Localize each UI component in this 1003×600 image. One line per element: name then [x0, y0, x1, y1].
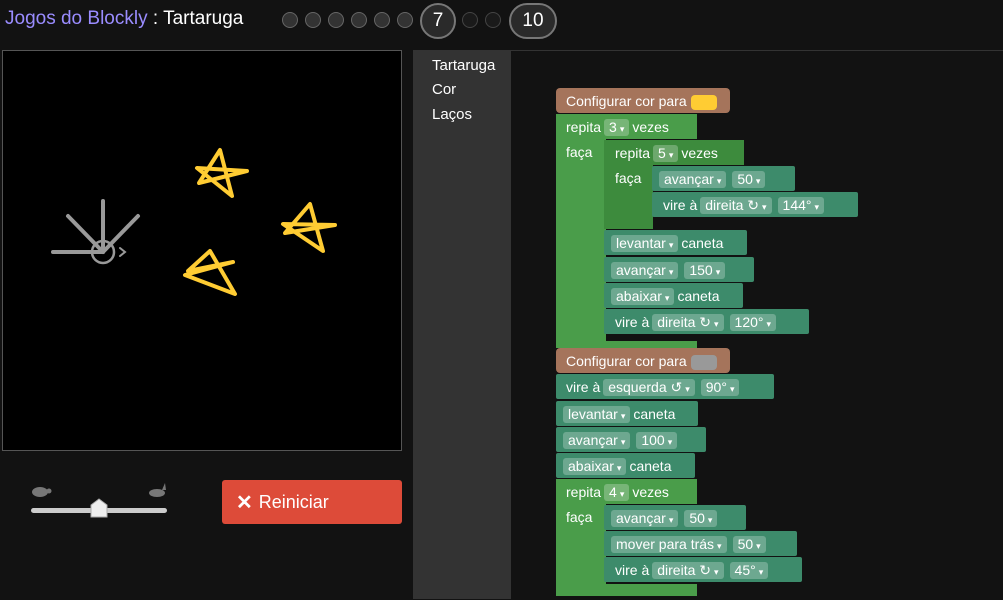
speed-slider[interactable]	[28, 482, 170, 522]
level-dot-2[interactable]	[305, 12, 321, 28]
move-back-op[interactable]: mover para trás ▾	[611, 536, 727, 553]
turn-3-row: vire à esquerda ↺ ▾ 90° ▾	[566, 378, 742, 396]
move-4-row: avançar ▾ 50 ▾	[608, 509, 720, 527]
turn-3-value[interactable]: 90° ▾	[700, 379, 740, 396]
pen-up-1-op[interactable]: levantar ▾	[611, 235, 679, 252]
move-2-row: avançar ▾ 150 ▾	[608, 261, 728, 279]
move-1-row: avançar ▾ 50 ▾	[656, 170, 768, 188]
repeat-2-row: repita 5 ▾ vezes	[615, 145, 718, 162]
move-1-value[interactable]: 50 ▾	[732, 171, 766, 188]
gray-line-2	[66, 214, 105, 254]
color-swatch-yellow[interactable]	[690, 94, 717, 110]
turn-4-value[interactable]: 45° ▾	[729, 562, 769, 579]
header: Jogos do Blockly : Tartaruga 7 10	[0, 0, 1003, 40]
drawing	[51, 148, 337, 296]
rabbit-icon	[149, 483, 166, 497]
level-dot-4[interactable]	[351, 12, 367, 28]
turn-2-dir[interactable]: direita ↻ ▾	[652, 314, 724, 331]
move-3-op[interactable]: avançar ▾	[563, 432, 631, 449]
move-4-value[interactable]: 50 ▾	[684, 510, 718, 527]
repeat-3-count[interactable]: 4 ▾	[604, 484, 630, 501]
repeat-1-row: repita 3 ▾ vezes	[566, 119, 669, 136]
turtle-icon	[32, 487, 52, 497]
pen-down-2-row: abaixar ▾ caneta	[560, 457, 672, 475]
turn-4-dir[interactable]: direita ↻ ▾	[652, 562, 724, 579]
pen-up-2-row: levantar ▾ caneta	[560, 405, 675, 423]
toolbox-category-cor[interactable]: Cor	[432, 81, 456, 98]
reset-button[interactable]: ✕ Reiniciar	[222, 480, 402, 524]
turn-3-dir[interactable]: esquerda ↺ ▾	[603, 379, 695, 396]
star-3	[183, 249, 237, 296]
level-dot-6[interactable]	[397, 12, 413, 28]
reset-label: Reiniciar	[258, 491, 329, 512]
gray-line-4	[101, 214, 140, 254]
turn-2-value[interactable]: 120° ▾	[729, 314, 777, 331]
move-back-row: mover para trás ▾ 50 ▾	[608, 535, 769, 553]
star-2	[281, 202, 337, 253]
pen-up-2-op[interactable]: levantar ▾	[563, 406, 631, 423]
level-dot-1[interactable]	[282, 12, 298, 28]
color-swatch-gray[interactable]	[690, 354, 717, 370]
level-dot-8[interactable]	[462, 12, 478, 28]
move-4-op[interactable]: avançar ▾	[611, 510, 679, 527]
toolbox: Tartaruga Cor Laços	[413, 50, 511, 599]
blockly-workspace[interactable]: Configurar cor para repita 3 ▾ vezes faça r…	[511, 50, 1003, 599]
turn-1-value[interactable]: 144° ▾	[777, 197, 825, 214]
move-2-op[interactable]: avançar ▾	[611, 262, 679, 279]
repeat-3-do: faça	[566, 509, 593, 525]
games-link[interactable]: Jogos do Blockly	[5, 8, 148, 29]
turn-2-row: vire à direita ↻ ▾ 120° ▾	[615, 313, 779, 331]
set-color-label-2: Configurar cor para	[566, 352, 717, 370]
page-title: Jogos do Blockly : Tartaruga	[5, 8, 243, 30]
pen-down-1-row: abaixar ▾ caneta	[608, 287, 720, 305]
page-name: Tartaruga	[163, 8, 244, 29]
turtle-canvas	[2, 50, 402, 451]
turn-1-dir[interactable]: direita ↻ ▾	[700, 197, 772, 214]
title-separator: :	[147, 8, 164, 29]
move-3-value[interactable]: 100 ▾	[636, 432, 678, 449]
toolbox-category-lacos[interactable]: Laços	[432, 106, 472, 123]
repeat-2-do: faça	[615, 170, 642, 186]
repeat-2-count[interactable]: 5 ▾	[653, 145, 679, 162]
move-1-op[interactable]: avançar ▾	[659, 171, 727, 188]
pen-up-1-row: levantar ▾ caneta	[608, 234, 723, 252]
level-dot-5[interactable]	[374, 12, 390, 28]
toolbox-category-tartaruga[interactable]: Tartaruga	[432, 57, 495, 74]
repeat-3-row: repita 4 ▾ vezes	[566, 484, 669, 501]
move-back-value[interactable]: 50 ▾	[732, 536, 766, 553]
level-last[interactable]: 10	[509, 3, 557, 39]
level-dot-3[interactable]	[328, 12, 344, 28]
set-color-label-1: Configurar cor para	[566, 92, 717, 110]
turtle-heading	[119, 247, 127, 257]
turn-4-row: vire à direita ↻ ▾ 45° ▾	[615, 561, 771, 579]
star-1	[195, 148, 249, 198]
level-dot-9[interactable]	[485, 12, 501, 28]
move-3-row: avançar ▾ 100 ▾	[560, 431, 680, 449]
repeat-1-do: faça	[566, 144, 593, 160]
close-icon: ✕	[236, 491, 253, 514]
move-2-value[interactable]: 150 ▾	[684, 262, 726, 279]
level-current[interactable]: 7	[420, 3, 456, 39]
repeat-1-count[interactable]: 3 ▾	[604, 119, 630, 136]
pen-down-2-op[interactable]: abaixar ▾	[563, 458, 627, 475]
slider-thumb[interactable]	[90, 498, 108, 518]
turn-1-row: vire à direita ↻ ▾ 144° ▾	[663, 196, 827, 214]
pen-down-1-op[interactable]: abaixar ▾	[611, 288, 675, 305]
